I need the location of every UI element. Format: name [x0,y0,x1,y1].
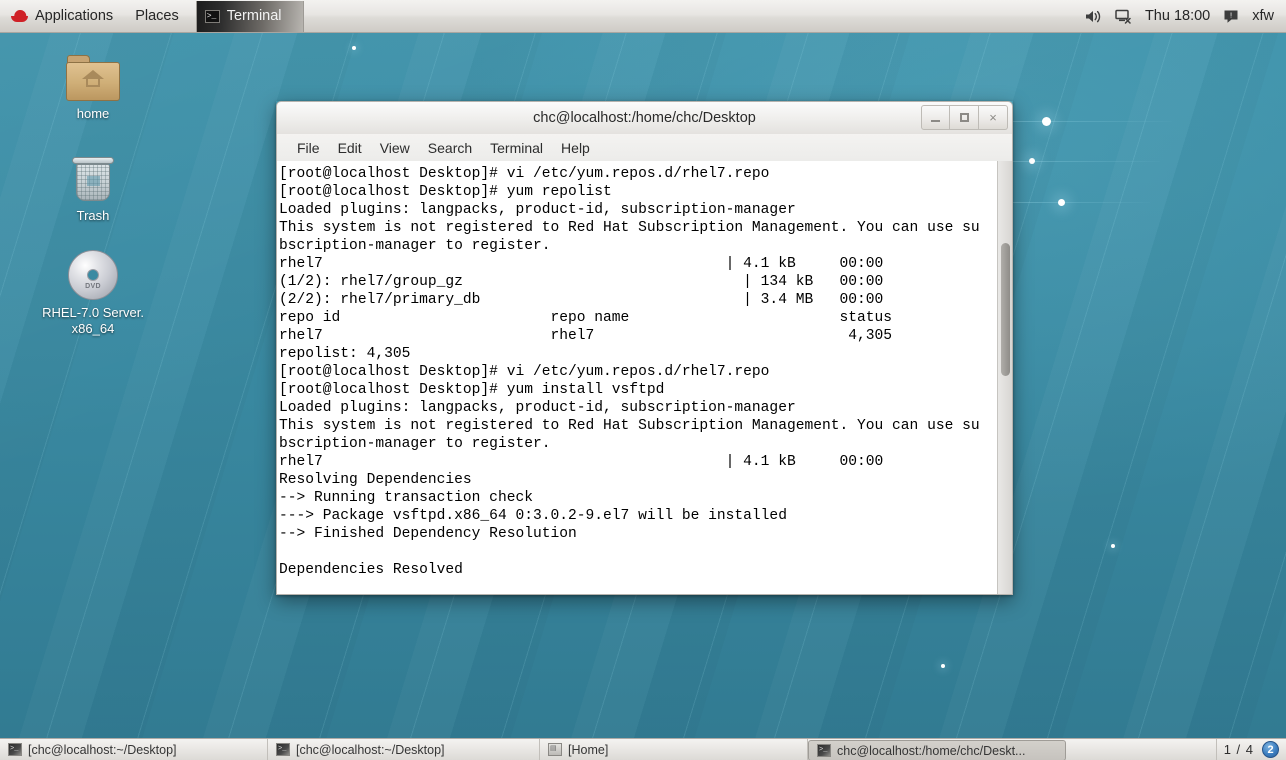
wallpaper-dot [1058,199,1065,206]
wallpaper-dot [352,46,356,50]
terminal-line: [root@localhost Desktop]# vi /etc/yum.re… [279,364,770,380]
clock[interactable]: Thu 18:00 [1145,8,1210,24]
menu-item-edit[interactable]: Edit [329,137,371,159]
scrollbar-thumb[interactable] [1001,243,1010,376]
dvd-disc-icon: DVD [68,250,118,300]
wallpaper-dot [1111,544,1115,548]
window-list: >_ Terminal [195,0,304,33]
window-menubar: File Edit View Search Terminal Help [276,134,1013,161]
terminal-line: rhel7 | 4.1 kB 00:00 [279,256,884,272]
wallpaper-dot [941,664,945,668]
terminal-icon: >_ [817,744,831,757]
terminal-icon: >_ [204,9,220,23]
applications-menu-label: Applications [35,8,114,24]
terminal-line: repolist: 4,305 [279,346,411,362]
taskbar: >_ [chc@localhost:~/Desktop] >_ [chc@loc… [0,738,1286,760]
window-controls: × [921,105,1008,130]
places-menu-label: Places [135,8,179,24]
home-folder-icon [66,55,120,101]
terminal-output[interactable]: [root@localhost Desktop]# vi /etc/yum.re… [277,161,997,594]
terminal-line: Dependencies Resolved [279,562,463,578]
terminal-line: repo id repo name status [279,310,893,326]
desktop-icon-label-line2: x86_64 [71,321,115,336]
terminal-line: Loaded plugins: langpacks, product-id, s… [279,400,796,416]
terminal-line: Loaded plugins: langpacks, product-id, s… [279,202,796,218]
message-icon[interactable]: ! [1223,9,1239,24]
desktop-icon-label: Trash [76,208,110,223]
places-menu[interactable]: Places [124,0,190,33]
taskbar-item-label: [chc@localhost:~/Desktop] [296,742,445,757]
desktop-icon-home[interactable]: home [35,55,151,122]
taskbar-item-2[interactable]: >_ [chc@localhost:~/Desktop] [268,739,540,760]
panel-menu-group: Applications Places [0,0,190,33]
terminal-line: rhel7 | 4.1 kB 00:00 [279,454,884,470]
terminal-line: bscription-manager to register. [279,436,551,452]
terminal-line: This system is not registered to Red Hat… [279,418,980,434]
workspace-badge[interactable]: 2 [1262,741,1279,758]
wallpaper-dot [1042,117,1051,126]
menu-item-terminal[interactable]: Terminal [481,137,552,159]
taskbar-item-label: chc@localhost:/home/chc/Deskt... [837,743,1026,758]
desktop-icon-trash[interactable]: Trash [35,155,151,224]
wallpaper-accent-line [1012,202,1150,203]
speaker-icon[interactable] [1085,9,1102,24]
menu-item-search[interactable]: Search [419,137,481,159]
terminal-icon: >_ [276,743,290,756]
desktop-icon-label: RHEL-7.0 Server. x86_64 [42,305,144,337]
taskbar-item-4[interactable]: >_ chc@localhost:/home/chc/Deskt... [808,740,1066,760]
workspace-count: 1 / 4 [1223,742,1254,757]
workspace-switcher[interactable]: 1 / 4 2 [1215,739,1286,760]
network-disconnected-icon[interactable] [1115,9,1132,24]
terminal-line: Resolving Dependencies [279,472,472,488]
terminal-line: bscription-manager to register. [279,238,551,254]
applications-menu[interactable]: Applications [0,0,124,33]
file-manager-icon: ▤ [548,743,562,756]
terminal-line: rhel7 rhel7 4,305 [279,328,893,344]
terminal-line: [root@localhost Desktop]# vi /etc/yum.re… [279,166,770,182]
menu-item-file[interactable]: File [288,137,329,159]
terminal-icon: >_ [8,743,22,756]
maximize-button[interactable] [950,105,979,130]
minimize-button[interactable] [921,105,950,130]
terminal-line: This system is not registered to Red Hat… [279,220,980,236]
desktop-icon-label: home [76,106,110,121]
svg-text:!: ! [1230,10,1232,19]
menu-item-help[interactable]: Help [552,137,599,159]
taskbar-spacer [1066,739,1216,760]
window-list-item-terminal[interactable]: >_ Terminal [195,0,304,32]
system-tray: Thu 18:00 ! xfw [1085,0,1286,33]
wallpaper-accent-line [1012,121,1172,122]
taskbar-item-label: [chc@localhost:~/Desktop] [28,742,177,757]
close-button[interactable]: × [979,105,1008,130]
desktop-icon-rhel-dvd[interactable]: DVD RHEL-7.0 Server. x86_64 [35,250,151,337]
redhat-logo-icon [11,8,28,24]
window-title: chc@localhost:/home/chc/Desktop [533,110,756,126]
trash-icon [71,155,115,203]
dvd-disc-text: DVD [85,283,101,290]
top-panel: Applications Places >_ Terminal Thu 18:0… [0,0,1286,33]
taskbar-item-label: [Home] [568,742,609,757]
menu-item-view[interactable]: View [371,137,419,159]
taskbar-item-1[interactable]: >_ [chc@localhost:~/Desktop] [0,739,268,760]
terminal-line: --> Finished Dependency Resolution [279,526,577,542]
window-list-item-label: Terminal [226,8,282,24]
terminal-body[interactable]: [root@localhost Desktop]# vi /etc/yum.re… [276,161,1013,595]
user-menu-label[interactable]: xfw [1252,8,1274,24]
terminal-line: [root@localhost Desktop]# yum repolist [279,184,612,200]
terminal-window[interactable]: chc@localhost:/home/chc/Desktop × File E… [276,101,1013,595]
terminal-line: (2/2): rhel7/primary_db | 3.4 MB 00:00 [279,292,884,308]
terminal-line: ---> Package vsftpd.x86_64 0:3.0.2-9.el7… [279,508,787,524]
terminal-scrollbar[interactable] [997,161,1012,594]
wallpaper-dot [1029,158,1035,164]
terminal-line: (1/2): rhel7/group_gz | 134 kB 00:00 [279,274,884,290]
terminal-line: --> Running transaction check [279,490,533,506]
taskbar-item-3[interactable]: ▤ [Home] [540,739,808,760]
terminal-line: [root@localhost Desktop]# yum install vs… [279,382,665,398]
desktop-icon-label-line1: RHEL-7.0 Server. [42,305,144,320]
window-titlebar[interactable]: chc@localhost:/home/chc/Desktop × [276,101,1013,134]
